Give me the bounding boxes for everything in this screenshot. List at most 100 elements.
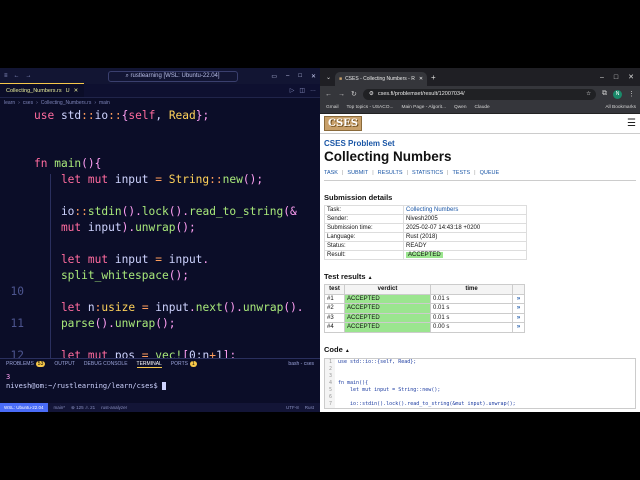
tab-output[interactable]: OUTPUT	[54, 361, 75, 367]
back-arrow-icon[interactable]: ←	[14, 73, 20, 79]
chrome-menu-icon[interactable]: ⋮	[628, 90, 635, 98]
nav-task[interactable]: TASK	[324, 170, 338, 176]
problems-badge: 53	[35, 361, 46, 367]
code-line[interactable]	[0, 125, 320, 141]
close-icon[interactable]: ✕	[628, 73, 634, 81]
nav-submit[interactable]: SUBMIT	[347, 170, 368, 176]
breadcrumb-item[interactable]: learn	[4, 100, 15, 106]
terminal[interactable]: 3 nivesh@om:~/rustlearning/learn/cses$	[0, 369, 320, 395]
tab-collecting-numbers[interactable]: Collecting_Numbers.rs U ✕	[0, 83, 85, 97]
code-token: =	[155, 253, 169, 266]
tab-terminal[interactable]: TERMINAL	[136, 361, 162, 368]
maximize-icon[interactable]: □	[298, 73, 302, 80]
tab-cses[interactable]: ■ CSES - Collecting Numbers - R ✕	[335, 72, 428, 86]
extensions-icon[interactable]: ⧉	[602, 90, 607, 98]
code-line[interactable]: let n:usize = input.next().unwrap().	[0, 301, 320, 317]
code-token: ::	[74, 205, 88, 218]
site-info-icon[interactable]: ⚙	[369, 91, 374, 97]
code-line[interactable]: fn main(){	[0, 157, 320, 173]
line-number	[0, 157, 34, 173]
nav-tests[interactable]: TESTS	[452, 170, 470, 176]
vscode-titlebar: ≡ ← → ⌕ rustlearning [WSL: Ubuntu-22.04]…	[0, 68, 320, 84]
line-number: 12	[10, 349, 24, 358]
collapse-arrow-icon[interactable]: ▲	[368, 275, 373, 281]
hamburger-menu-icon[interactable]: ☰	[627, 118, 636, 129]
forward-icon[interactable]: →	[338, 91, 345, 98]
tab-ports[interactable]: PORTS 1	[171, 361, 197, 367]
remote-indicator[interactable]: WSL: Ubuntu-22.04	[0, 403, 48, 412]
bookmark-usaco[interactable]: Top topics - USACO...	[347, 105, 394, 110]
terminal-session-label[interactable]: bash - cses	[288, 361, 320, 367]
nav-statistics[interactable]: STATISTICS	[412, 170, 443, 176]
task-link[interactable]: Collecting Numbers	[403, 205, 527, 215]
tab-debug-console[interactable]: DEBUG CONSOLE	[84, 361, 128, 367]
reload-icon[interactable]: ↻	[351, 90, 357, 98]
bookmark-qwen[interactable]: Qwen	[454, 105, 467, 110]
bookmark-algorithms[interactable]: Main Page - Algorit...	[401, 105, 446, 110]
problem-set-link[interactable]: CSES Problem Set	[324, 139, 636, 148]
code-token: mut	[34, 221, 88, 234]
code-line[interactable]: let mut input = input.	[0, 253, 320, 269]
new-tab-icon[interactable]: +	[431, 68, 436, 86]
more-icon[interactable]: …	[310, 87, 316, 93]
code-line[interactable]: 10	[0, 285, 320, 301]
all-bookmarks[interactable]: All Bookmarks	[605, 105, 640, 110]
view-test-icon[interactable]: »	[512, 312, 525, 323]
tab-problems[interactable]: PROBLEMS 53	[6, 361, 46, 367]
code-line[interactable]: use std::io::{self, Read};	[0, 110, 320, 125]
view-test-icon[interactable]: »	[512, 293, 525, 304]
code-line[interactable]	[0, 189, 320, 205]
menu-icon[interactable]: ≡	[4, 73, 8, 79]
profile-avatar[interactable]: N	[613, 89, 622, 99]
split-editor-icon[interactable]: ◫	[299, 87, 305, 94]
status-bar: WSL: Ubuntu-22.04 main* ⊗ 125 ⚠ 21 rust-…	[0, 403, 320, 412]
command-center-search[interactable]: ⌕ rustlearning [WSL: Ubuntu-22.04]	[107, 70, 238, 82]
back-icon[interactable]: ←	[325, 91, 332, 98]
breadcrumb-item[interactable]: Collecting_Numbers.rs	[41, 100, 92, 106]
cses-logo[interactable]: CSES	[324, 116, 363, 131]
code-heading[interactable]: Code ▲	[324, 345, 636, 354]
line-number	[0, 269, 34, 285]
bookmark-claude[interactable]: Claude	[475, 105, 490, 110]
minimize-icon[interactable]: –	[286, 73, 289, 80]
forward-arrow-icon[interactable]: →	[26, 73, 32, 79]
tab-search-icon[interactable]: ⌄	[326, 68, 331, 86]
language-mode[interactable]: Rust	[305, 405, 320, 410]
errors-count[interactable]: ⊗ 125 ⚠ 21	[71, 405, 95, 411]
view-test-icon[interactable]: »	[512, 322, 525, 333]
view-test-icon[interactable]: »	[512, 303, 525, 314]
git-branch[interactable]: main*	[54, 405, 66, 410]
layout-icon[interactable]: ▭	[271, 73, 277, 80]
code-line[interactable]	[0, 333, 320, 349]
bookmark-star-icon[interactable]: ☆	[586, 91, 596, 97]
chrome-window: ⌄ ■ CSES - Collecting Numbers - R ✕ + – …	[320, 68, 640, 412]
nav-results[interactable]: RESULTS	[378, 170, 403, 176]
code-line[interactable]	[0, 237, 320, 253]
terminal-prompt[interactable]: nivesh@om:~/rustlearning/learn/cses$	[6, 382, 314, 391]
code-line[interactable]: split_whitespace();	[0, 269, 320, 285]
code-line[interactable]	[0, 141, 320, 157]
code-line[interactable]: let mut input = String::new();	[0, 173, 320, 189]
address-bar[interactable]: ⚙ cses.fi/problemset/result/12007034/ ☆	[362, 88, 596, 100]
run-icon[interactable]: ▷	[290, 87, 295, 94]
code-editor[interactable]: use std::io::{self, Read};fn main(){ let…	[0, 110, 320, 358]
nav-queue[interactable]: QUEUE	[480, 170, 500, 176]
breadcrumb-item[interactable]: main	[99, 100, 110, 106]
code-line[interactable]: 11 parse().unwrap();	[0, 317, 320, 333]
line-number	[0, 221, 34, 237]
code-line[interactable]: 12 let mut pos = vec![0;n+1];	[0, 349, 320, 358]
close-tab-icon[interactable]: ✕	[419, 76, 423, 82]
collapse-arrow-icon[interactable]: ▲	[345, 348, 350, 354]
code-line[interactable]: mut input).unwrap();	[0, 221, 320, 237]
encoding[interactable]: UTF-8	[286, 405, 299, 410]
breadcrumb-item[interactable]: cses	[23, 100, 33, 106]
table-row: #4 ACCEPTED 0.00 s»	[324, 322, 525, 333]
close-icon[interactable]: ✕	[311, 73, 316, 80]
rust-analyzer-status[interactable]: rust-analyzer	[101, 405, 127, 410]
maximize-icon[interactable]: □	[614, 74, 618, 81]
test-results-heading[interactable]: Test results ▲	[324, 272, 636, 281]
minimize-icon[interactable]: –	[600, 74, 604, 81]
bookmark-gmail[interactable]: Gmail	[326, 105, 339, 110]
code-line[interactable]: io::stdin().lock().read_to_string(&	[0, 205, 320, 221]
close-tab-icon[interactable]: ✕	[74, 88, 79, 94]
